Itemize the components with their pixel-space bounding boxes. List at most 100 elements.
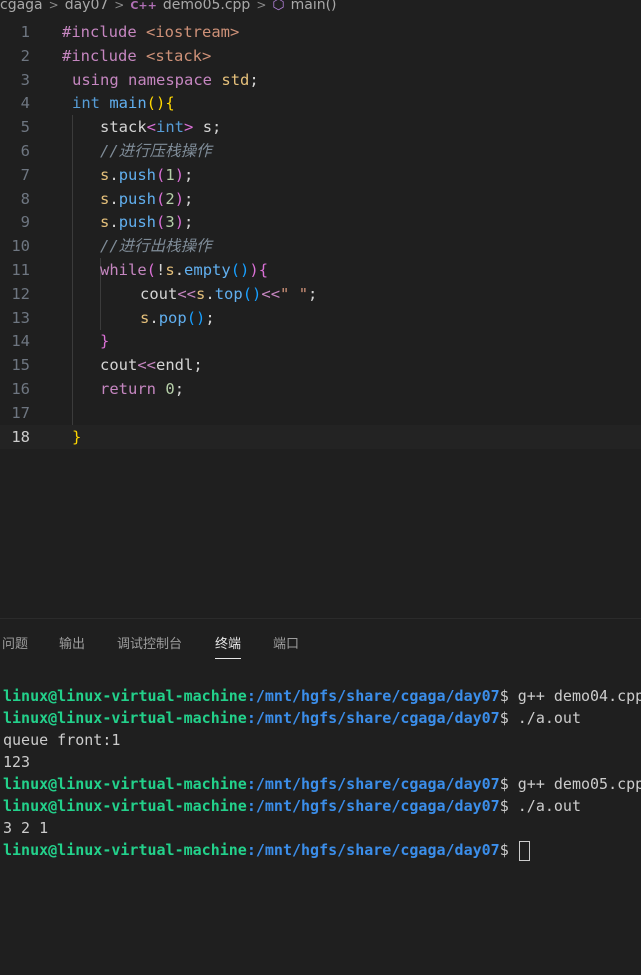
code-text: } xyxy=(100,329,109,353)
code-token: ) xyxy=(174,165,185,184)
indent-guide xyxy=(100,281,101,306)
code-line[interactable]: 5 stack<int> s; xyxy=(0,115,641,140)
code-token: < xyxy=(146,118,157,137)
terminal-output: 3 2 1 xyxy=(3,819,49,837)
code-token: #include xyxy=(62,23,146,41)
code-line[interactable]: 17 xyxy=(0,400,641,425)
breadcrumb-folder-day07[interactable]: day07 xyxy=(65,0,109,13)
terminal-command: ./a.out xyxy=(517,797,581,815)
terminal-prompt: $ xyxy=(499,797,518,815)
code-token: //进行出栈操作 xyxy=(100,237,212,256)
terminal-user: linux@linux-virtual-machine xyxy=(3,687,247,705)
code-line[interactable]: 2 #include <stack> xyxy=(0,44,641,68)
breadcrumb-symbol[interactable]: main() xyxy=(291,0,337,13)
code-token: push xyxy=(118,189,157,208)
code-line[interactable]: 11 while(!s.empty()){ xyxy=(0,258,641,282)
code-token: ; xyxy=(174,380,185,398)
code-token: ( xyxy=(156,165,166,184)
code-token: ( xyxy=(156,189,166,208)
code-token: { xyxy=(165,94,175,113)
line-number: 15 xyxy=(11,356,30,375)
indent-guide xyxy=(72,234,73,259)
code-token: s xyxy=(165,261,175,279)
code-line[interactable]: 13 s.pop(); xyxy=(0,305,641,330)
code-token: ; xyxy=(184,213,194,232)
code-token: int xyxy=(72,94,100,113)
code-text: s.push(1); xyxy=(100,163,193,187)
terminal-user: linux@linux-virtual-machine xyxy=(3,797,247,815)
code-text: } xyxy=(72,425,81,449)
code-token: cout xyxy=(140,284,178,303)
code-token: . xyxy=(109,213,119,232)
code-line[interactable]: 12 cout<<s.top()<<" "; xyxy=(0,281,641,306)
line-number: 2 xyxy=(20,46,30,65)
code-token: int xyxy=(156,118,185,137)
code-token: () xyxy=(242,284,262,303)
terminal-prompt: $ xyxy=(499,709,518,727)
terminal-command-line: linux@linux-virtual-machine:/mnt/hgfs/sh… xyxy=(3,795,641,817)
code-line[interactable]: 4 int main(){ xyxy=(0,91,641,115)
code-token: } xyxy=(72,427,82,446)
chevron-right-icon: > xyxy=(256,0,267,12)
code-line[interactable]: 18} xyxy=(0,424,641,449)
code-token: stack xyxy=(100,118,147,137)
code-line[interactable]: 15 cout<<endl; xyxy=(0,353,641,378)
code-line[interactable]: 14} xyxy=(0,329,641,354)
terminal-command-line: linux@linux-virtual-machine:/mnt/hgfs/sh… xyxy=(3,685,641,707)
terminal-output-line: queue front:1 xyxy=(3,729,641,751)
terminal-output: 123 xyxy=(3,753,31,771)
code-token: ; xyxy=(205,308,215,327)
line-number: 16 xyxy=(11,380,30,398)
terminal-output-line: 123 xyxy=(3,751,641,773)
code-token: ; xyxy=(184,189,194,208)
code-token: ) xyxy=(174,213,185,232)
indent-guide xyxy=(72,400,73,425)
terminal-command-line: linux@linux-virtual-machine:/mnt/hgfs/sh… xyxy=(3,773,641,795)
code-line[interactable]: 16 return 0; xyxy=(0,377,641,401)
terminal-cursor[interactable] xyxy=(518,840,530,861)
code-text: int main(){ xyxy=(72,91,175,115)
tab-output[interactable]: 输出 xyxy=(59,633,85,652)
terminal-command-line: linux@linux-virtual-machine:/mnt/hgfs/sh… xyxy=(3,839,641,861)
code-token: " " xyxy=(280,284,309,303)
function-cube-icon: ⬡ xyxy=(272,0,285,13)
terminal-path: :/mnt/hgfs/share/cgaga/day07 xyxy=(246,797,500,815)
tab-terminal[interactable]: 终端 xyxy=(215,633,242,659)
code-token: <iostream> xyxy=(146,23,240,41)
breadcrumb-folder-cgaga[interactable]: cgaga xyxy=(0,0,43,13)
code-line[interactable]: 8 s.push(2); xyxy=(0,186,641,211)
indent-guide xyxy=(72,281,73,306)
tab-debug-console[interactable]: 调试控制台 xyxy=(117,633,182,652)
code-line[interactable]: 1 #include <iostream> xyxy=(0,20,641,44)
code-line[interactable]: 10 //进行出栈操作 xyxy=(0,234,641,259)
code-token: namespace xyxy=(128,70,213,89)
terminal-user: linux@linux-virtual-machine xyxy=(3,841,247,859)
line-number: 10 xyxy=(11,237,30,256)
code-line[interactable]: 6 //进行压栈操作 xyxy=(0,139,641,163)
code-token: ; xyxy=(184,165,194,184)
code-token: pop xyxy=(158,308,187,327)
terminal[interactable]: linux@linux-virtual-machine:/mnt/hgfs/sh… xyxy=(3,685,641,861)
indent-guide xyxy=(72,377,73,401)
code-editor[interactable]: 1 #include <iostream> 2 #include <stack> 3 us… xyxy=(0,16,641,616)
bottom-panel: 问题 输出 调试控制台 终端 端口 linux@linux-virtual-machin… xyxy=(0,618,641,975)
indent-guide xyxy=(72,162,73,187)
tab-problems[interactable]: 问题 xyxy=(2,633,28,652)
code-token: . xyxy=(109,165,119,184)
code-token: std xyxy=(221,70,250,89)
code-token: top xyxy=(214,284,243,303)
code-line[interactable]: 9 s.push(3); xyxy=(0,210,641,235)
indent-guide xyxy=(72,115,73,140)
code-text: s.pop(); xyxy=(140,306,215,330)
code-token: s xyxy=(100,213,110,232)
line-number: 5 xyxy=(20,118,30,137)
tab-ports[interactable]: 端口 xyxy=(273,633,299,652)
code-line[interactable]: 3 using namespace std; xyxy=(0,68,641,92)
breadcrumb-file[interactable]: demo05.cpp xyxy=(163,0,250,13)
terminal-command: ./a.out xyxy=(517,709,581,727)
code-line[interactable]: 7 s.push(1); xyxy=(0,162,641,187)
code-token: > xyxy=(184,118,194,137)
code-token: ; xyxy=(249,70,259,89)
line-number: 8 xyxy=(20,189,30,208)
code-token: { xyxy=(258,261,269,279)
